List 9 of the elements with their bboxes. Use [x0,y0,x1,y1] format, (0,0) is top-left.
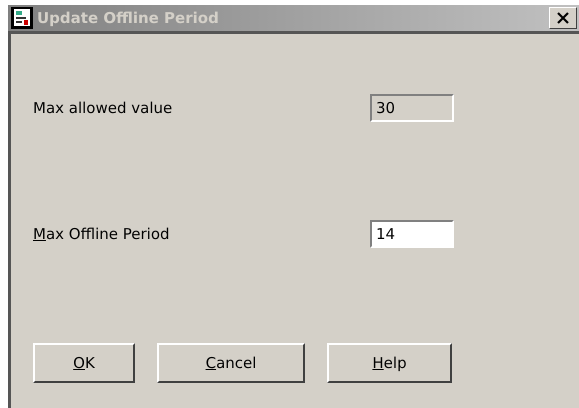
dialog-button[interactable]: OK [33,343,135,383]
number-field[interactable]: 14 [370,220,454,248]
app-icon [11,7,33,29]
window-title: Update Offline Period [37,9,220,27]
close-icon [556,12,570,24]
dialog-button[interactable]: Help [327,343,452,383]
field-label: Max allowed value [33,99,174,117]
field-label: Max Offline Period [33,225,171,243]
dialog-button[interactable]: Cancel [157,343,305,383]
